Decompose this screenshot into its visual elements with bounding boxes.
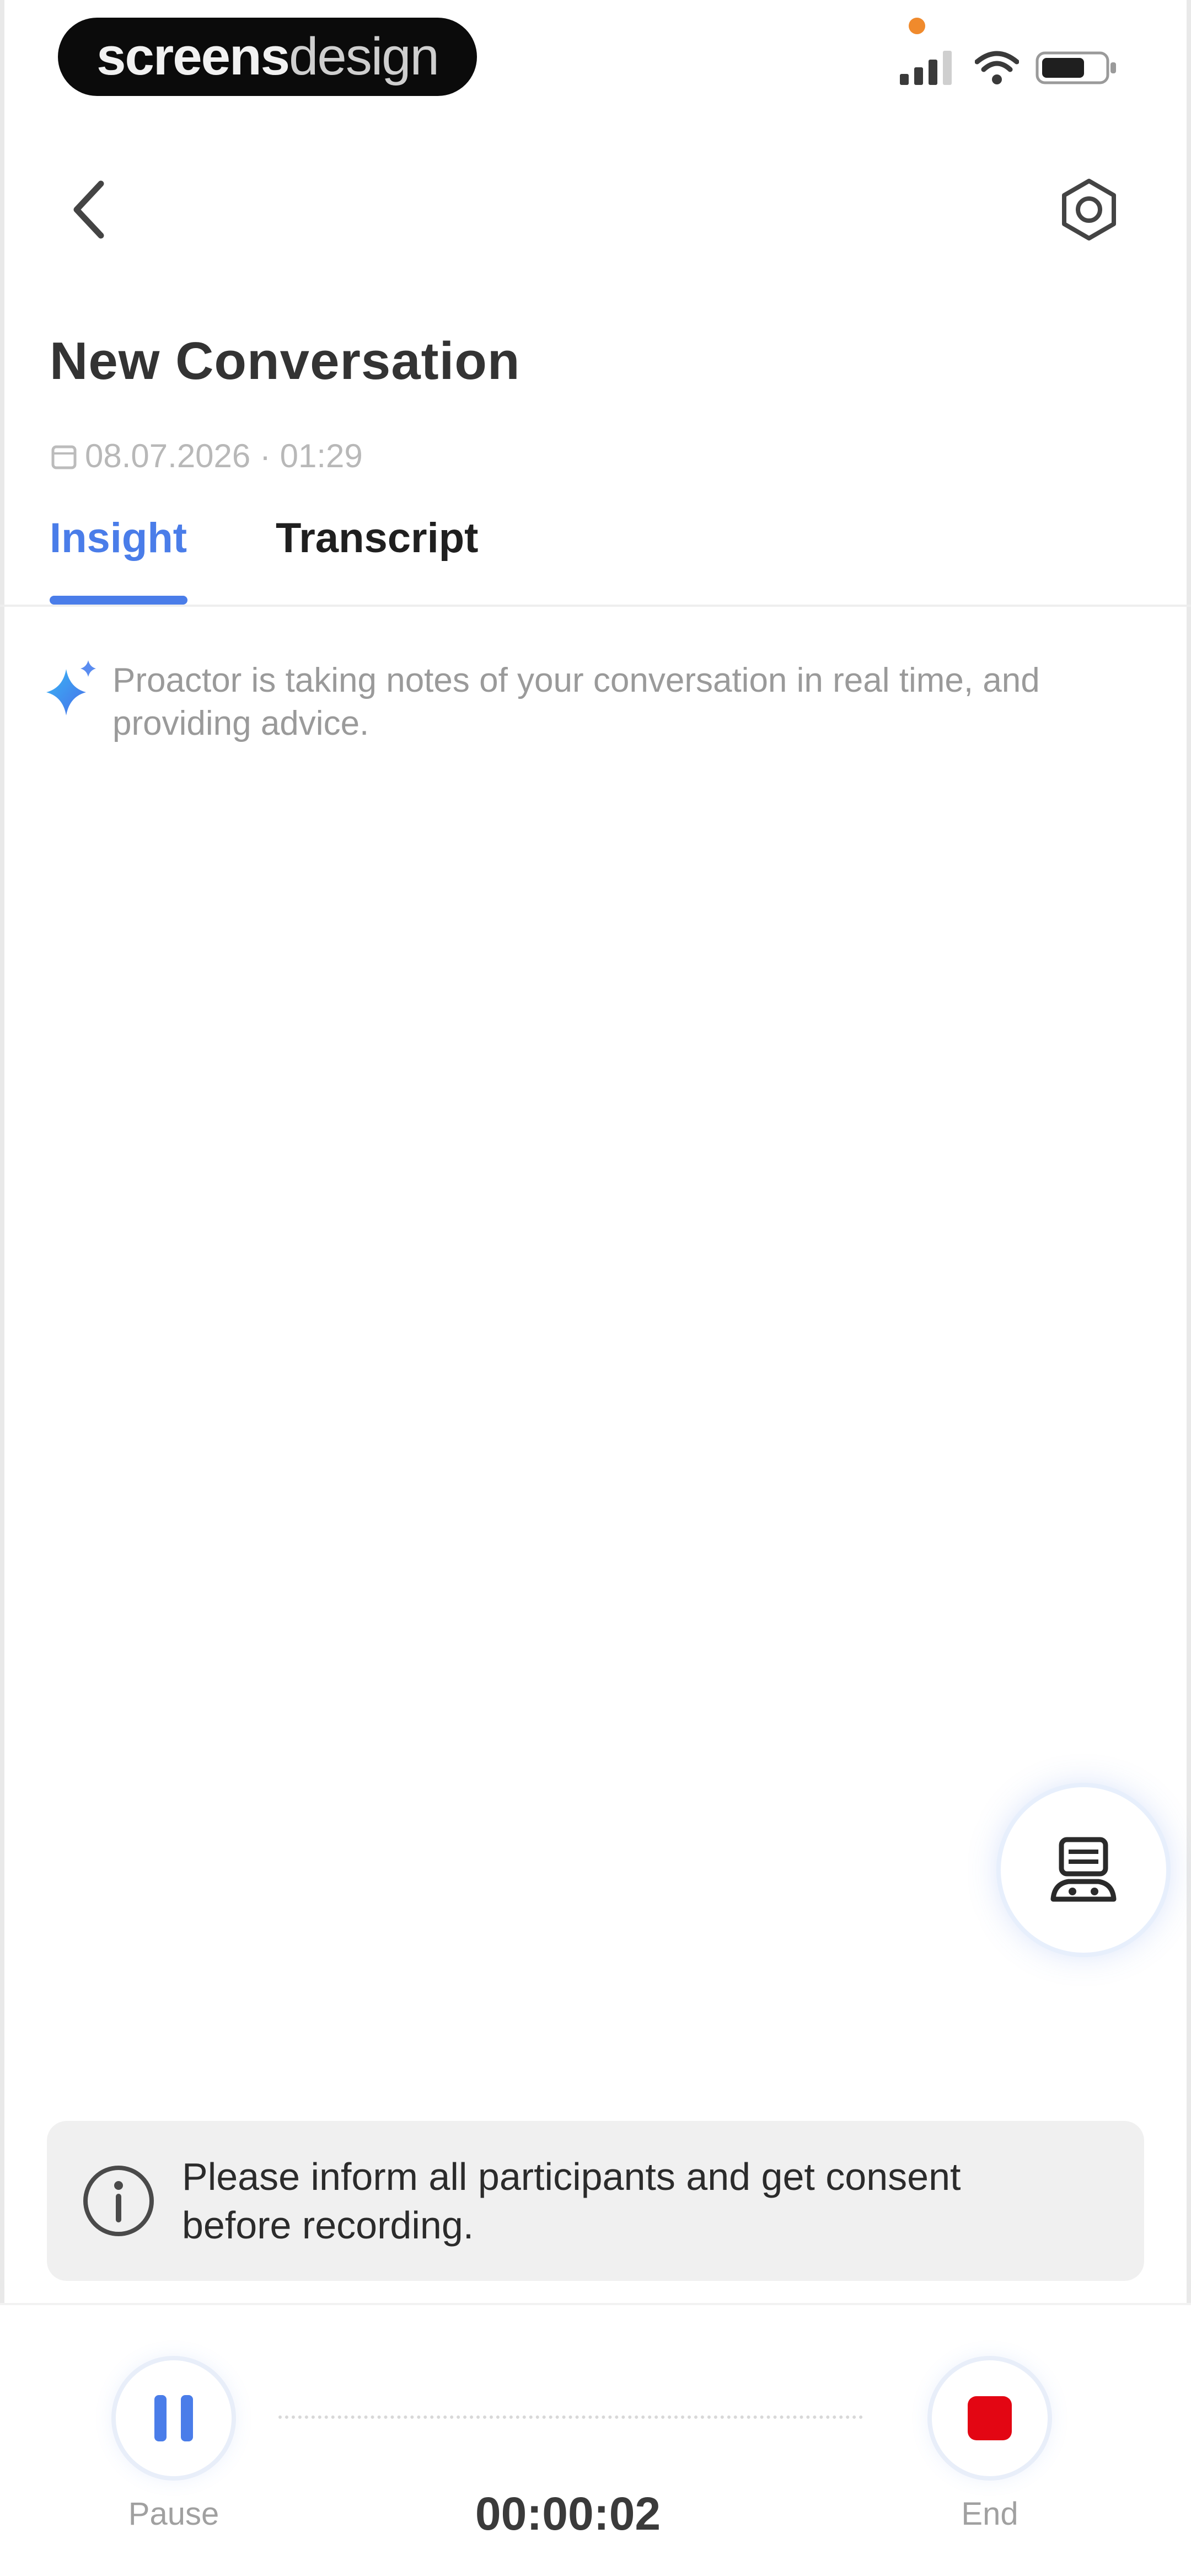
recording-timer: 00:00:02: [475, 2488, 661, 2540]
tab-transcript[interactable]: Transcript: [276, 507, 478, 605]
brand-logo: screens design: [58, 18, 477, 96]
wifi-icon: [975, 51, 1019, 84]
battery-icon: [1036, 51, 1116, 84]
ai-notice: Proactor is taking notes of your convers…: [44, 659, 1119, 745]
tab-insight[interactable]: Insight: [50, 507, 187, 605]
sparkle-icon: [46, 660, 96, 715]
calendar-icon: [51, 445, 77, 469]
settings-button[interactable]: [1048, 171, 1130, 248]
recording-control-bar: Pause 00:00:02 End: [0, 2303, 1191, 2576]
ai-notice-text: Proactor is taking notes of your convers…: [112, 661, 1040, 742]
page-title: New Conversation: [50, 332, 521, 391]
end-button[interactable]: [932, 2360, 1048, 2476]
gear-icon: [1062, 179, 1116, 241]
assistant-robot-icon: [1050, 1837, 1117, 1902]
tab-bar: Insight Transcript: [0, 507, 1191, 607]
info-icon: [83, 2166, 154, 2236]
status-bar: screens design: [0, 0, 1191, 116]
audio-waveform: [278, 2415, 863, 2423]
conversation-datetime: 08.07.2026 · 01:29: [85, 437, 363, 474]
consent-text: Please inform all participants and get c…: [182, 2155, 961, 2247]
pause-button[interactable]: [116, 2360, 232, 2476]
pause-icon: [154, 2395, 193, 2441]
cellular-signal-icon: [900, 51, 952, 85]
pause-label: Pause: [128, 2496, 219, 2532]
consent-banner: Please inform all participants and get c…: [47, 2121, 1144, 2281]
brand-text-light: design: [289, 27, 439, 86]
stop-icon: [968, 2396, 1012, 2440]
assistant-fab-button[interactable]: [1001, 1787, 1166, 1953]
chevron-left-icon: [73, 180, 104, 239]
end-label: End: [961, 2496, 1018, 2532]
brand-text-bold: screens: [96, 27, 290, 86]
conversation-meta: 08.07.2026 · 01:29: [51, 437, 363, 475]
privacy-indicator-dot: [909, 18, 925, 34]
back-button[interactable]: [55, 171, 121, 248]
